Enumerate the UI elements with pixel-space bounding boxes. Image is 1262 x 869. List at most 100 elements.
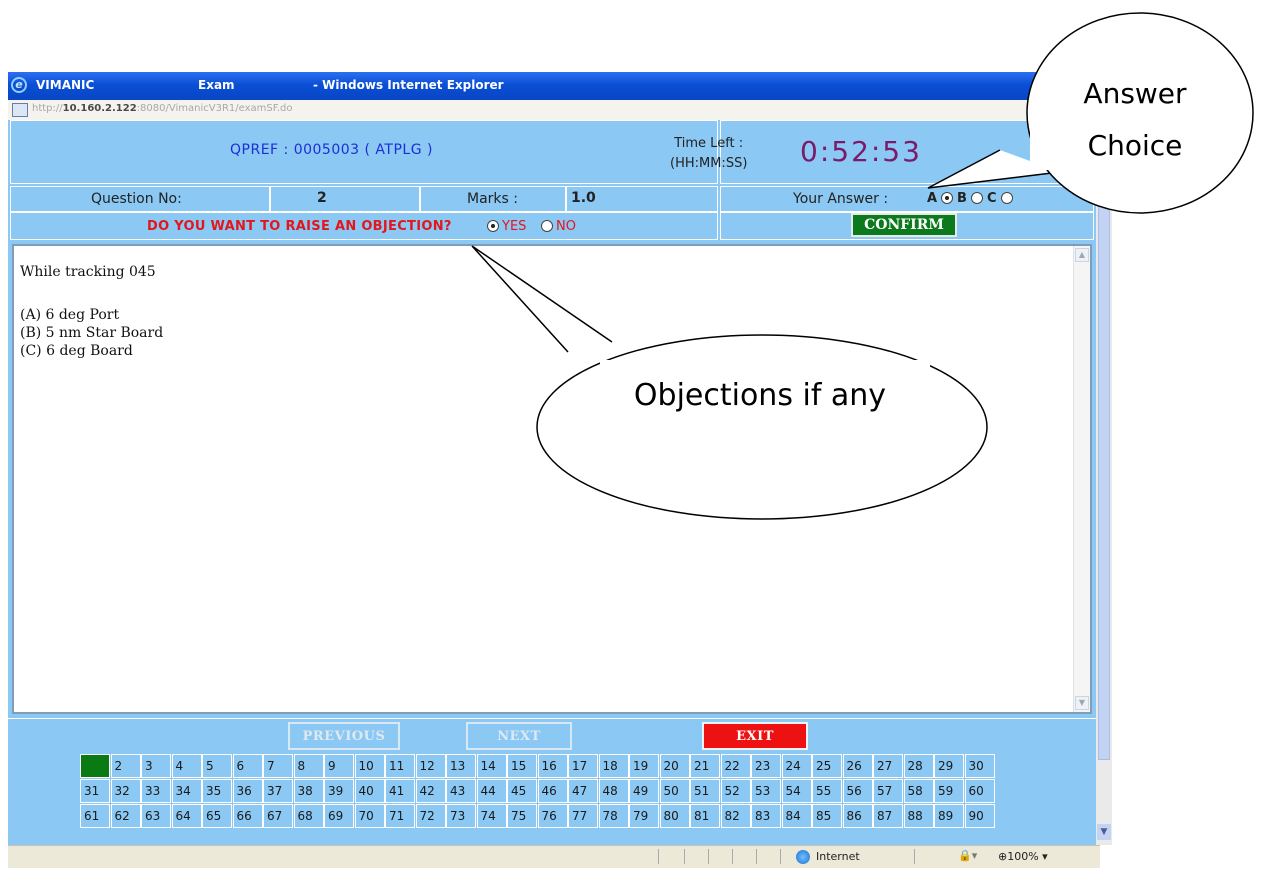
question-grid-cell[interactable]: 66 xyxy=(232,804,263,828)
question-grid-cell[interactable]: 77 xyxy=(568,804,598,828)
question-grid-cell[interactable]: 78 xyxy=(598,804,629,828)
question-grid-cell[interactable]: 26 xyxy=(842,754,873,778)
question-grid-cell[interactable]: 7 xyxy=(263,754,293,778)
question-grid-cell[interactable]: 46 xyxy=(537,779,568,803)
question-grid-cell[interactable]: 34 xyxy=(171,779,202,803)
address-bar[interactable]: http://10.160.2.122:8080/VimanicV3R1/exa… xyxy=(8,100,1100,121)
address-url[interactable]: http://10.160.2.122:8080/VimanicV3R1/exa… xyxy=(32,103,293,114)
question-grid-cell[interactable]: 52 xyxy=(720,779,751,803)
question-grid-cell[interactable]: 38 xyxy=(293,779,324,803)
question-grid-cell[interactable]: 83 xyxy=(751,804,781,828)
question-grid-cell[interactable]: 74 xyxy=(476,804,507,828)
scroll-down-icon[interactable]: ▼ xyxy=(1075,696,1089,710)
objection-no-radio[interactable] xyxy=(541,220,553,232)
question-grid-cell[interactable]: 19 xyxy=(629,754,659,778)
question-grid-cell[interactable]: 81 xyxy=(690,804,720,828)
question-grid-cell[interactable]: 71 xyxy=(385,804,415,828)
question-grid-cell[interactable]: 4 xyxy=(171,754,202,778)
page-scroll-thumb[interactable] xyxy=(1098,120,1110,760)
question-grid-cell[interactable]: 65 xyxy=(202,804,232,828)
question-grid-cell[interactable]: 53 xyxy=(751,779,781,803)
question-grid-cell[interactable]: 80 xyxy=(659,804,690,828)
page-scrollbar[interactable]: ▼ xyxy=(1096,120,1112,845)
question-grid-cell[interactable]: 58 xyxy=(903,779,934,803)
question-grid-cell[interactable]: 10 xyxy=(354,754,385,778)
answer-option-c-radio[interactable] xyxy=(1001,192,1013,204)
question-grid-cell[interactable]: 76 xyxy=(537,804,568,828)
question-grid-cell[interactable]: 87 xyxy=(873,804,903,828)
question-grid-cell[interactable]: 57 xyxy=(873,779,903,803)
question-grid-cell[interactable]: 90 xyxy=(964,804,995,828)
question-grid-cell[interactable]: 43 xyxy=(446,779,476,803)
question-grid-cell[interactable]: 40 xyxy=(354,779,385,803)
question-grid-cell[interactable]: 60 xyxy=(964,779,995,803)
question-grid-cell[interactable]: 48 xyxy=(598,779,629,803)
question-grid-cell[interactable]: 21 xyxy=(690,754,720,778)
question-grid-cell[interactable]: 86 xyxy=(842,804,873,828)
question-grid-cell[interactable]: 17 xyxy=(568,754,598,778)
question-grid-cell[interactable]: 18 xyxy=(598,754,629,778)
question-grid-cell[interactable]: 11 xyxy=(385,754,415,778)
question-grid-cell[interactable]: 29 xyxy=(934,754,964,778)
question-grid-cell[interactable]: 67 xyxy=(263,804,293,828)
question-grid-cell[interactable]: 69 xyxy=(324,804,354,828)
question-grid-cell[interactable]: 5 xyxy=(202,754,232,778)
question-grid-cell[interactable]: 88 xyxy=(903,804,934,828)
page-scroll-down-icon[interactable]: ▼ xyxy=(1097,824,1111,840)
objection-yes-radio[interactable] xyxy=(487,220,499,232)
question-grid-cell[interactable]: 79 xyxy=(629,804,659,828)
question-grid-cell[interactable]: 28 xyxy=(903,754,934,778)
question-grid-cell[interactable]: 68 xyxy=(293,804,324,828)
question-grid-cell[interactable]: 73 xyxy=(446,804,476,828)
question-grid-cell[interactable]: 70 xyxy=(354,804,385,828)
exit-button[interactable]: EXIT xyxy=(702,722,808,750)
question-grid-cell[interactable]: 6 xyxy=(232,754,263,778)
question-grid-cell[interactable]: 54 xyxy=(781,779,812,803)
question-grid-cell[interactable]: 50 xyxy=(659,779,690,803)
question-grid-cell[interactable]: 12 xyxy=(415,754,446,778)
question-grid-cell[interactable]: 13 xyxy=(446,754,476,778)
question-grid-cell[interactable]: 39 xyxy=(324,779,354,803)
question-grid-cell[interactable]: 72 xyxy=(415,804,446,828)
question-grid-cell[interactable]: 59 xyxy=(934,779,964,803)
next-button[interactable]: NEXT xyxy=(466,722,572,750)
zoom-control[interactable]: ⊕100% ▾ xyxy=(998,850,1048,863)
question-grid-cell[interactable]: 47 xyxy=(568,779,598,803)
scroll-up-icon[interactable]: ▲ xyxy=(1075,248,1089,262)
question-grid-cell[interactable]: 63 xyxy=(141,804,171,828)
question-grid-cell[interactable]: 31 xyxy=(80,779,110,803)
question-grid-cell[interactable]: 9 xyxy=(324,754,354,778)
question-grid-cell[interactable]: 2 xyxy=(110,754,141,778)
question-grid-cell[interactable]: 32 xyxy=(110,779,141,803)
answer-option-b-radio[interactable] xyxy=(971,192,983,204)
question-grid-cell[interactable]: 36 xyxy=(232,779,263,803)
question-grid-cell[interactable]: 89 xyxy=(934,804,964,828)
question-grid-cell[interactable]: 44 xyxy=(476,779,507,803)
previous-button[interactable]: PREVIOUS xyxy=(288,722,400,750)
question-grid-cell[interactable]: 55 xyxy=(812,779,842,803)
question-grid-cell[interactable]: 24 xyxy=(781,754,812,778)
question-grid-cell[interactable]: 27 xyxy=(873,754,903,778)
question-grid-cell[interactable]: 49 xyxy=(629,779,659,803)
question-grid-cell[interactable]: 33 xyxy=(141,779,171,803)
question-grid-cell[interactable]: 82 xyxy=(720,804,751,828)
question-grid-cell[interactable]: 37 xyxy=(263,779,293,803)
question-grid-cell[interactable]: 42 xyxy=(415,779,446,803)
question-grid-cell[interactable]: 61 xyxy=(80,804,110,828)
question-grid-cell[interactable]: 16 xyxy=(537,754,568,778)
confirm-button[interactable]: CONFIRM xyxy=(851,213,957,237)
question-grid-cell[interactable]: 14 xyxy=(476,754,507,778)
security-lock-icon[interactable]: 🔒▾ xyxy=(958,849,977,862)
question-grid-cell[interactable]: 45 xyxy=(507,779,537,803)
question-grid-cell[interactable]: 3 xyxy=(141,754,171,778)
question-grid-cell[interactable]: 51 xyxy=(690,779,720,803)
question-grid-cell[interactable]: 15 xyxy=(507,754,537,778)
question-grid-cell[interactable]: 25 xyxy=(812,754,842,778)
question-grid-cell[interactable]: 56 xyxy=(842,779,873,803)
question-grid-cell[interactable]: 75 xyxy=(507,804,537,828)
answer-option-a-radio[interactable] xyxy=(941,192,953,204)
question-grid-cell[interactable]: 35 xyxy=(202,779,232,803)
question-grid-cell[interactable]: 84 xyxy=(781,804,812,828)
question-scrollbar[interactable]: ▲ ▼ xyxy=(1073,246,1090,712)
question-grid-cell[interactable]: 8 xyxy=(293,754,324,778)
